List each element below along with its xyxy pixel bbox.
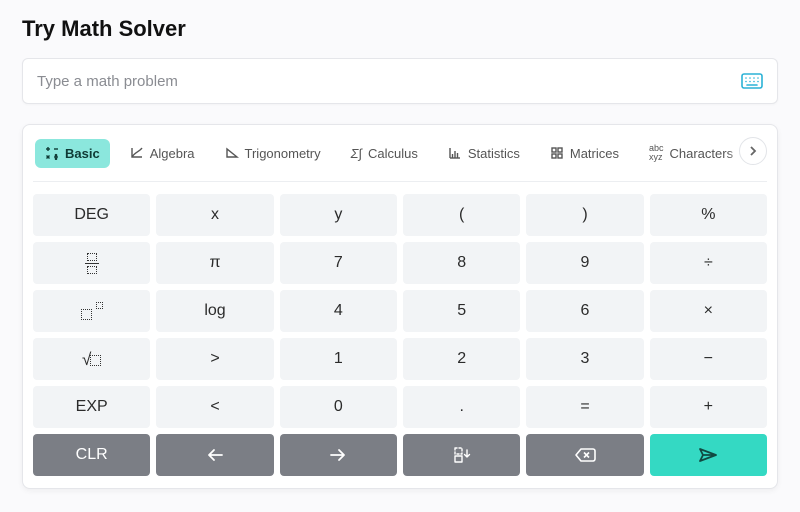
tabs-row: Basic Algebra Trigonometry [33,135,767,182]
key-newline[interactable] [403,434,520,476]
key-log[interactable]: log [156,290,273,332]
key-6[interactable]: 6 [526,290,643,332]
problem-input-placeholder: Type a math problem [37,73,178,90]
keypad-grid: DEG x y ( ) % π 7 8 9 ÷ [33,194,767,476]
tab-label: Calculus [368,146,418,161]
key-equals[interactable]: = [526,386,643,428]
key-sqrt[interactable]: √ [33,338,150,380]
algebra-icon [130,146,144,160]
problem-input[interactable]: Type a math problem [37,73,741,90]
tab-label: Characters [670,146,734,161]
key-dot[interactable]: . [403,386,520,428]
keypad-panel: Basic Algebra Trigonometry [22,124,778,489]
key-rparen[interactable]: ) [526,194,643,236]
key-4[interactable]: 4 [280,290,397,332]
sqrt-icon: √ [82,351,101,368]
tab-matrices[interactable]: Matrices [540,139,629,168]
tabs-scroll-right[interactable] [739,137,767,165]
key-arrow-right[interactable] [280,434,397,476]
key-x[interactable]: x [156,194,273,236]
tab-label: Statistics [468,146,520,161]
key-gt[interactable]: > [156,338,273,380]
tab-label: Matrices [570,146,619,161]
chevron-right-icon [748,146,758,156]
page-title: Try Math Solver [22,16,778,42]
tab-label: Trigonometry [245,146,321,161]
key-8[interactable]: 8 [403,242,520,284]
exponent-icon [81,302,103,320]
arrow-left-icon [206,448,224,462]
matrices-icon [550,146,564,160]
key-pi[interactable]: π [156,242,273,284]
key-multiply[interactable]: × [650,290,767,332]
tab-calculus[interactable]: Σ∫ Calculus [341,139,428,168]
statistics-icon [448,146,462,160]
key-2[interactable]: 2 [403,338,520,380]
tab-basic[interactable]: Basic [35,139,110,168]
tab-label: Algebra [150,146,195,161]
basic-icon [45,146,59,160]
tab-statistics[interactable]: Statistics [438,139,530,168]
tab-trigonometry[interactable]: Trigonometry [215,139,331,168]
key-exp[interactable]: EXP [33,386,150,428]
key-exponent[interactable] [33,290,150,332]
fraction-icon [85,253,99,274]
key-fraction[interactable] [33,242,150,284]
tab-characters[interactable]: abcxyz Characters [639,137,753,169]
calculus-icon: Σ∫ [351,146,362,161]
key-3[interactable]: 3 [526,338,643,380]
backspace-icon [574,447,596,463]
key-0[interactable]: 0 [280,386,397,428]
keyboard-icon[interactable] [741,73,763,89]
key-clear[interactable]: CLR [33,434,150,476]
key-send[interactable] [650,434,767,476]
key-7[interactable]: 7 [280,242,397,284]
key-divide[interactable]: ÷ [650,242,767,284]
key-5[interactable]: 5 [403,290,520,332]
key-y[interactable]: y [280,194,397,236]
key-plus[interactable]: + [650,386,767,428]
newline-icon [452,446,472,464]
key-percent[interactable]: % [650,194,767,236]
key-9[interactable]: 9 [526,242,643,284]
characters-icon: abcxyz [649,144,664,162]
key-deg[interactable]: DEG [33,194,150,236]
trigonometry-icon [225,146,239,160]
key-arrow-left[interactable] [156,434,273,476]
key-lparen[interactable]: ( [403,194,520,236]
send-icon [698,447,718,463]
tab-algebra[interactable]: Algebra [120,139,205,168]
key-1[interactable]: 1 [280,338,397,380]
problem-input-container[interactable]: Type a math problem [22,58,778,104]
tab-label: Basic [65,146,100,161]
key-backspace[interactable] [526,434,643,476]
key-minus[interactable]: − [650,338,767,380]
key-lt[interactable]: < [156,386,273,428]
arrow-right-icon [329,448,347,462]
